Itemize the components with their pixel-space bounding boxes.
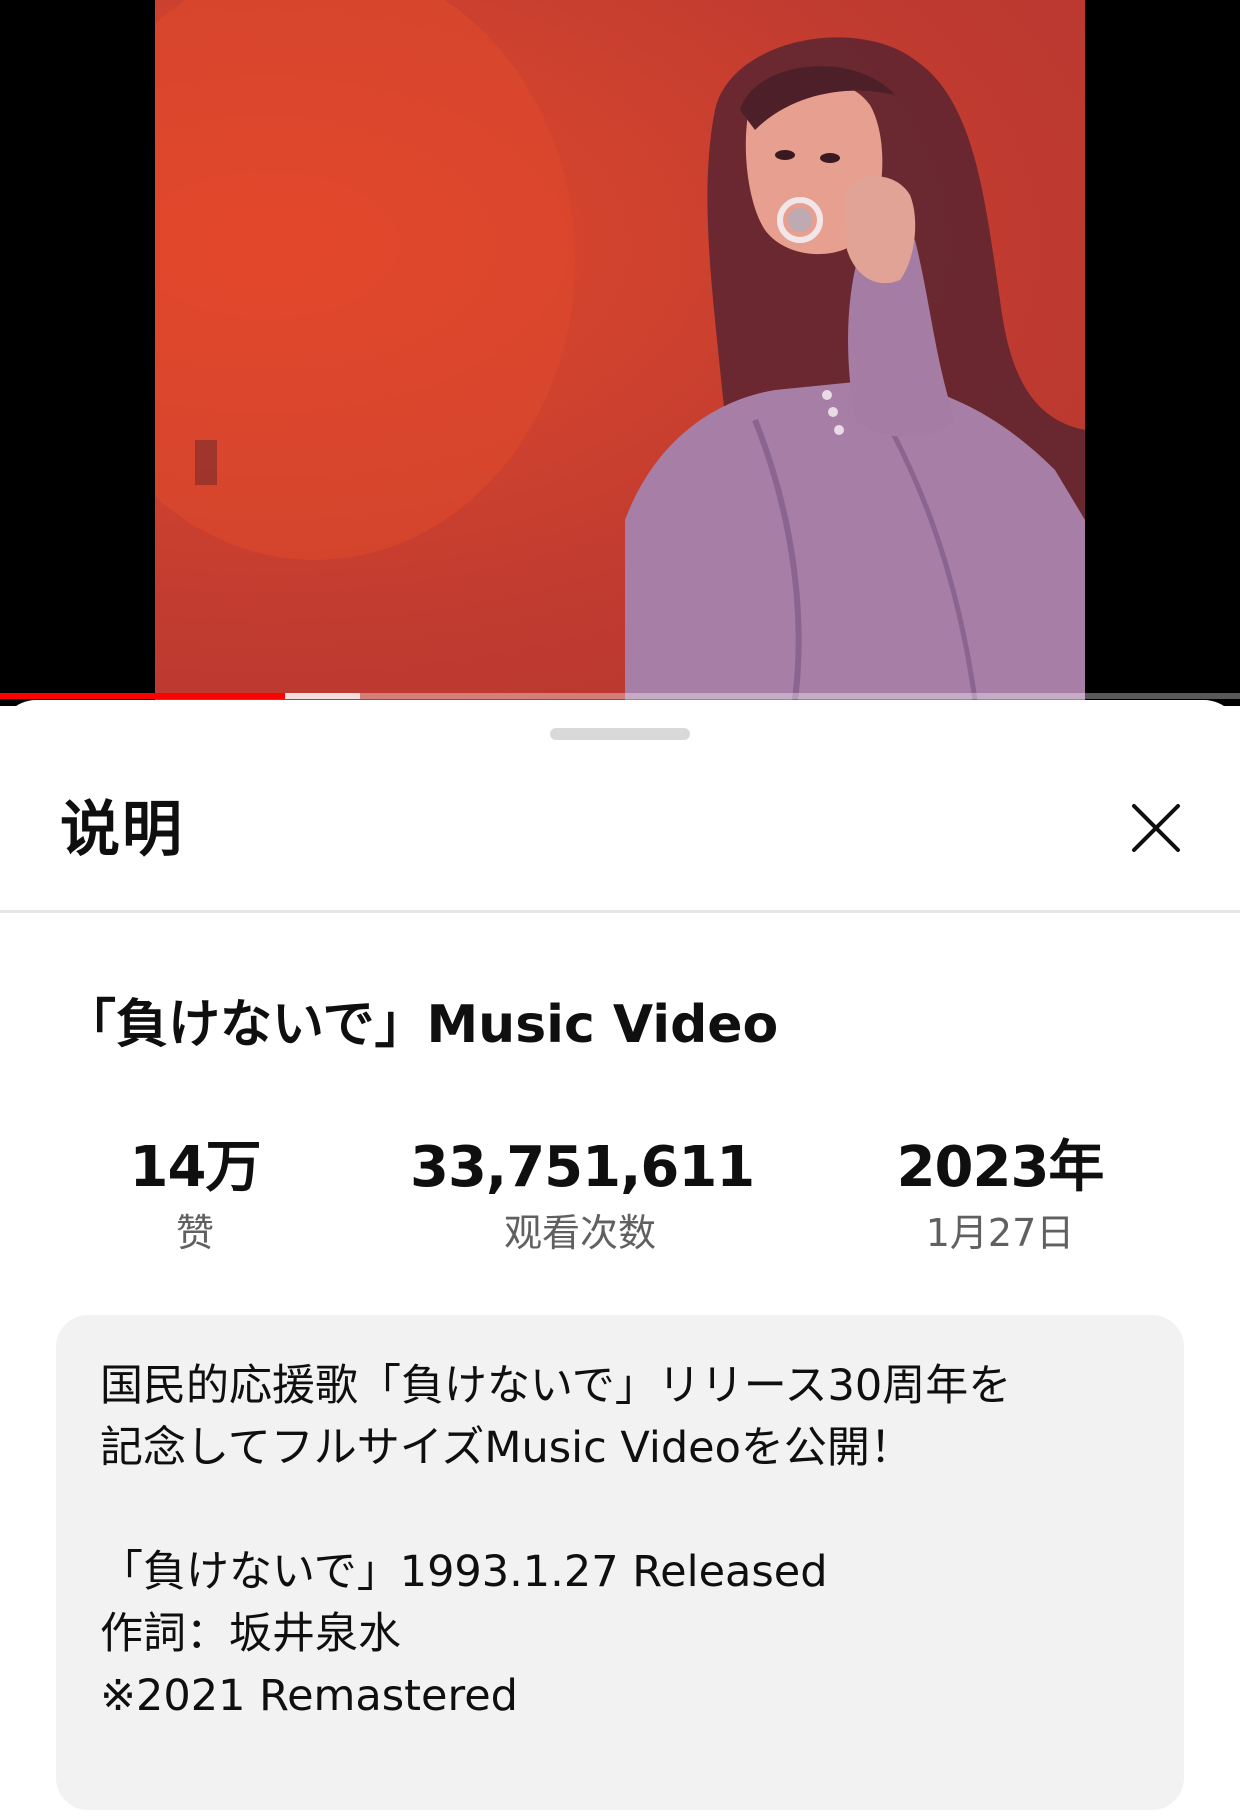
video-player[interactable] [0, 0, 1240, 706]
description-line: 記念してフルサイズMusic Videoを公開！ [100, 1423, 913, 1473]
description-text: 国民的応援歌「負けないで」リリース30周年を 記念してフルサイズMusic Vi… [100, 1355, 1160, 1727]
description-blank-line [100, 1479, 1160, 1541]
video-frame[interactable] [155, 0, 1085, 700]
views-stat: 33,751,611 观看次数 [410, 1132, 755, 1262]
publish-date-stat: 2023年 1月27日 [860, 1132, 1140, 1262]
description-box[interactable]: 国民的応援歌「負けないで」リリース30周年を 記念してフルサイズMusic Vi… [56, 1315, 1184, 1810]
progress-played [0, 693, 286, 699]
progress-bar[interactable] [0, 693, 1240, 699]
stats-row: 14万 赞 33,751,611 观看次数 2023年 1月27日 [0, 1132, 1240, 1282]
close-button[interactable] [1120, 792, 1192, 864]
sheet-title: 说明 [60, 795, 184, 865]
likes-stat: 14万 赞 [95, 1132, 295, 1262]
likes-count: 14万 [129, 1135, 262, 1200]
publish-date: 1月27日 [925, 1211, 1075, 1255]
views-count: 33,751,611 [410, 1135, 755, 1200]
video-still-image [155, 0, 1085, 700]
description-line: ※2021 Remastered [100, 1671, 518, 1721]
description-sheet: 说明 「負けないで」Music Video 14万 赞 33,751,611 观… [0, 700, 1240, 1819]
publish-year: 2023年 [896, 1135, 1105, 1200]
likes-label: 赞 [175, 1211, 214, 1255]
video-title: 「負けないで」Music Video [64, 995, 779, 1055]
description-line: 国民的応援歌「負けないで」リリース30周年を [100, 1361, 1012, 1411]
description-line: 作詞：坂井泉水 [100, 1609, 401, 1659]
views-label: 观看次数 [503, 1211, 656, 1255]
close-icon [1132, 804, 1180, 852]
description-line: 「負けないで」1993.1.27 Released [100, 1547, 828, 1597]
divider [0, 910, 1240, 913]
drag-handle[interactable] [550, 728, 690, 740]
